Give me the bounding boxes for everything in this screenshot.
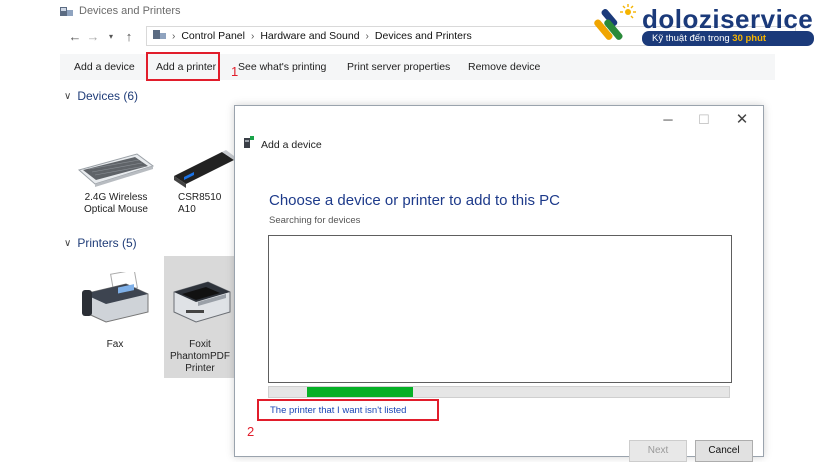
printer-not-listed-link[interactable]: The printer that I want isn't listed (270, 405, 406, 416)
step2-marker: 2 (247, 424, 255, 439)
maximize-icon[interactable]: ☐ (693, 112, 715, 128)
printer-icon (168, 272, 234, 329)
printer-item-foxit[interactable]: Foxit PhantomPDF Printer (164, 339, 236, 375)
next-button[interactable]: Next (629, 440, 687, 462)
device-item-mouse[interactable]: 2.4G Wireless Optical Mouse (70, 192, 162, 216)
add-device-dialog: ─ ☐ ✕ Add a device Choose a device or pr… (234, 105, 764, 462)
breadcrumb-hardware-sound[interactable]: Hardware and Sound (260, 30, 359, 42)
devices-printers-icon (60, 6, 73, 17)
step1-marker: 1 (231, 64, 239, 79)
devices-section-header[interactable]: ∨ Devices (6) (64, 89, 138, 103)
step1-highlight-box (146, 52, 220, 81)
close-icon[interactable]: ✕ (731, 112, 753, 128)
printer-label-line: Foxit (189, 339, 211, 350)
breadcrumb-separator-icon: › (365, 30, 369, 42)
window-title: Devices and Printers (79, 5, 181, 17)
search-status: Searching for devices (269, 215, 361, 226)
control-panel-icon (153, 29, 166, 43)
search-progress-bar (268, 386, 730, 398)
minimize-icon[interactable]: ─ (657, 112, 679, 128)
see-whats-printing-button[interactable]: See what's printing (238, 54, 326, 80)
breadcrumb-separator-icon: › (172, 30, 176, 42)
tagline-highlight: 30 phút (732, 33, 767, 44)
printer-label-line: Fax (106, 339, 124, 350)
add-device-button[interactable]: Add a device (74, 54, 135, 80)
print-server-properties-button[interactable]: Print server properties (347, 54, 450, 80)
usb-dongle-icon (170, 140, 236, 193)
device-results-list[interactable] (268, 235, 732, 383)
dialog-title: Add a device (261, 138, 322, 151)
devices-section-title: Devices (6) (77, 89, 139, 103)
forward-arrow-icon[interactable]: → (84, 27, 102, 45)
back-arrow-icon[interactable]: ← (66, 27, 84, 45)
fax-icon (78, 269, 150, 327)
dialog-heading: Choose a device or printer to add to thi… (269, 192, 560, 209)
recent-chevron-down-icon[interactable]: ▾ (102, 27, 120, 45)
brand-logo: doloziservice Kỹ thuật đến trong 30 phút (590, 2, 818, 50)
cancel-button[interactable]: Cancel (695, 440, 753, 462)
device-label-line: CSR8510 A10 (178, 192, 222, 215)
printers-section-header[interactable]: ∨ Printers (5) (64, 236, 137, 250)
device-item-csr[interactable]: CSR8510 A10 (178, 192, 238, 216)
brand-tagline: Kỹ thuật đến trong 30 phút (652, 33, 766, 44)
window-titlebar: Devices and Printers (60, 3, 181, 19)
breadcrumb-control-panel[interactable]: Control Panel (181, 30, 245, 42)
device-label-line: Optical Mouse (84, 204, 148, 215)
remove-device-button[interactable]: Remove device (468, 54, 540, 80)
search-progress-fill (307, 387, 413, 397)
printer-label-line: PhantomPDF (169, 351, 231, 362)
brand-name: doloziservice (642, 4, 814, 34)
printer-label-line: Printer (185, 363, 215, 374)
chevron-down-icon: ∨ (64, 90, 72, 102)
up-arrow-icon[interactable]: ↑ (120, 27, 138, 45)
breadcrumb-separator-icon: › (250, 30, 255, 42)
breadcrumb-devices-printers[interactable]: Devices and Printers (375, 30, 472, 42)
printers-section-title: Printers (5) (77, 236, 137, 250)
device-label-line: 2.4G Wireless (84, 192, 148, 203)
keyboard-icon (75, 150, 155, 193)
tagline-prefix: Kỹ thuật đến trong (652, 33, 730, 44)
dialog-titlebar: Add a device (243, 136, 322, 153)
printer-item-fax[interactable]: Fax (85, 339, 145, 351)
add-device-icon (243, 136, 255, 153)
chevron-down-icon: ∨ (64, 237, 72, 249)
